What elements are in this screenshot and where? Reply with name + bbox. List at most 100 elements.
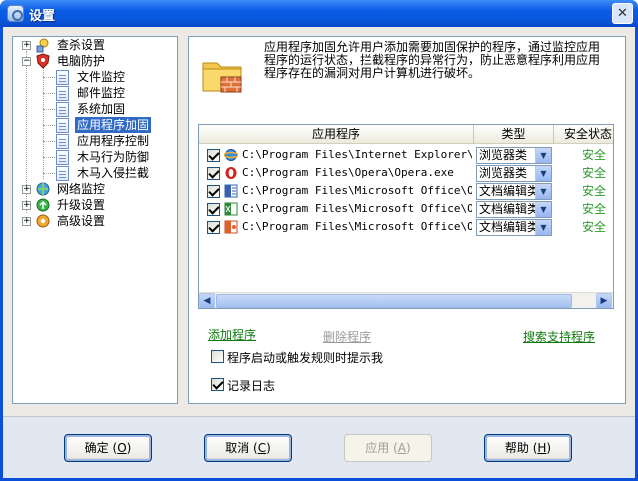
- document-icon: [56, 118, 69, 133]
- prompt-on-trigger-option[interactable]: 程序启动或触发规则时提示我: [211, 349, 411, 365]
- tree-item-app-hardening[interactable]: 应用程序加固: [13, 117, 177, 133]
- table-row[interactable]: C:\Program Files\Opera\Opera.exe 浏览器类 ▼ …: [199, 164, 613, 182]
- row-type-select[interactable]: 文档编辑类 ▼: [476, 219, 552, 236]
- table-row[interactable]: C:\Program Files\Internet Explorer\... 浏…: [199, 146, 613, 164]
- apply-button[interactable]: 应用 (A): [344, 434, 432, 462]
- tree-item-network-monitor[interactable]: + 网络监控: [13, 181, 177, 197]
- chevron-down-icon[interactable]: ▼: [535, 202, 551, 217]
- tree-item-file-monitor[interactable]: 文件监控: [13, 69, 177, 85]
- tree-item-advanced-settings[interactable]: + 高级设置: [13, 213, 177, 229]
- remove-program-link[interactable]: 删除程序: [323, 328, 371, 345]
- ok-button-label: 确定: [84, 441, 109, 455]
- app-hardening-panel: 应用程序加固允许用户添加需要加固保护的程序，通过监控应用程序的运行状态，拦截程序…: [188, 36, 626, 404]
- table-row[interactable]: C:\Program Files\Microsoft Office\O... 文…: [199, 182, 613, 200]
- tree-item-mail-monitor[interactable]: 邮件监控: [13, 85, 177, 101]
- row-app-path: C:\Program Files\Internet Explorer\...: [242, 148, 472, 161]
- expand-plus-icon[interactable]: +: [22, 201, 31, 210]
- table-row[interactable]: C:\Program Files\Microsoft Office\O... 文…: [199, 200, 613, 218]
- cancel-button-label: 取消: [225, 441, 250, 455]
- scroll-left-icon[interactable]: ◀: [199, 293, 215, 308]
- column-header-app[interactable]: 应用程序: [199, 125, 474, 144]
- panel-description: 应用程序加固允许用户添加需要加固保护的程序，通过监控应用程序的运行状态，拦截程序…: [264, 40, 601, 80]
- apply-button-label: 应用: [365, 441, 390, 455]
- expand-plus-icon[interactable]: +: [22, 41, 31, 50]
- tree-item-label: 网络监控: [57, 182, 106, 196]
- row-status: 安全: [582, 184, 607, 198]
- word-document-icon: [224, 184, 238, 198]
- add-program-link[interactable]: 添加程序: [208, 326, 256, 343]
- tree-item-app-control[interactable]: 应用程序控制: [13, 133, 177, 149]
- column-header-type[interactable]: 类型: [474, 125, 554, 144]
- chevron-down-icon[interactable]: ▼: [535, 220, 551, 235]
- row-app-path: C:\Program Files\Microsoft Office\O...: [242, 202, 472, 215]
- tree-item-trojan-behavior[interactable]: 木马行为防御: [13, 149, 177, 165]
- powerpoint-document-icon: [224, 220, 238, 234]
- help-button-label: 帮助: [504, 441, 529, 455]
- opera-icon: [225, 167, 237, 179]
- help-hotkey: H: [537, 441, 547, 455]
- internet-explorer-icon: [224, 149, 238, 161]
- document-icon: [56, 150, 69, 165]
- row-status: 安全: [582, 220, 607, 234]
- ok-button[interactable]: 确定 (O): [64, 434, 152, 462]
- row-type-value: 浏览器类: [479, 148, 528, 162]
- tree-item-label: 木马入侵拦截: [77, 166, 150, 180]
- row-type-select[interactable]: 文档编辑类 ▼: [476, 183, 552, 200]
- document-icon: [56, 102, 69, 117]
- row-app-path: C:\Program Files\Microsoft Office\O...: [242, 220, 472, 233]
- chevron-down-icon[interactable]: ▼: [535, 148, 551, 163]
- row-status: 安全: [582, 166, 607, 180]
- app-shield-icon: [7, 5, 24, 22]
- prompt-on-trigger-label: 程序启动或触发规则时提示我: [227, 351, 384, 365]
- chevron-down-icon[interactable]: ▼: [535, 184, 551, 199]
- horizontal-scrollbar[interactable]: ◀ ▶: [199, 292, 613, 308]
- table-row[interactable]: C:\Program Files\Microsoft Office\O... 文…: [199, 218, 613, 236]
- row-checkbox[interactable]: [207, 185, 220, 198]
- tree-item-scan-settings[interactable]: + 查杀设置: [13, 37, 177, 53]
- row-type-select[interactable]: 浏览器类 ▼: [476, 165, 552, 182]
- help-button[interactable]: 帮助 (H): [484, 434, 572, 462]
- document-icon: [56, 86, 69, 101]
- prompt-on-trigger-checkbox[interactable]: [211, 350, 224, 363]
- row-checkbox[interactable]: [207, 203, 220, 216]
- row-type-select[interactable]: 浏览器类 ▼: [476, 147, 552, 164]
- shield-guard-icon: [36, 53, 50, 69]
- tree-item-trojan-intrusion[interactable]: 木马入侵拦截: [13, 165, 177, 181]
- expand-plus-icon[interactable]: +: [22, 185, 31, 194]
- tree-item-label: 邮件监控: [77, 86, 126, 100]
- row-checkbox[interactable]: [207, 149, 220, 162]
- tree-item-system-hardening[interactable]: 系统加固: [13, 101, 177, 117]
- protected-apps-list[interactable]: 应用程序 类型 安全状态 C:\Program Files\Internet E…: [198, 124, 614, 309]
- close-button[interactable]: ✕: [612, 3, 633, 24]
- excel-document-icon: [224, 202, 238, 216]
- tree-item-label: 系统加固: [77, 102, 126, 116]
- settings-window: 设置 ✕ + 查杀设置 − 电脑防护 文件监控 邮件监控 系统加固 应用程序加固…: [0, 0, 638, 481]
- row-app-path: C:\Program Files\Opera\Opera.exe: [242, 166, 454, 179]
- cancel-button[interactable]: 取消 (C): [204, 434, 292, 462]
- record-log-option[interactable]: 记录日志: [211, 377, 311, 393]
- scroll-right-icon[interactable]: ▶: [596, 293, 612, 308]
- row-type-value: 文档编辑类: [479, 184, 540, 198]
- row-status: 安全: [582, 148, 607, 162]
- row-type-select[interactable]: 文档编辑类 ▼: [476, 201, 552, 218]
- document-icon: [56, 70, 69, 85]
- tree-item-label: 电脑防护: [57, 54, 106, 68]
- chevron-down-icon[interactable]: ▼: [535, 166, 551, 181]
- tree-item-pc-protection[interactable]: − 电脑防护: [13, 53, 177, 69]
- scrollbar-thumb[interactable]: [216, 294, 572, 308]
- row-type-value: 文档编辑类: [479, 220, 540, 234]
- record-log-checkbox[interactable]: [211, 378, 224, 391]
- column-header-status[interactable]: 安全状态: [554, 125, 613, 144]
- row-checkbox[interactable]: [207, 167, 220, 180]
- title-bar[interactable]: 设置 ✕: [0, 0, 638, 27]
- dialog-client: + 查杀设置 − 电脑防护 文件监控 邮件监控 系统加固 应用程序加固 应用程序…: [3, 27, 635, 478]
- row-type-value: 文档编辑类: [479, 202, 540, 216]
- tree-item-update-settings[interactable]: + 升级设置: [13, 197, 177, 213]
- tree-item-label-selected: 应用程序加固: [75, 117, 152, 133]
- advanced-gear-icon: [36, 214, 50, 228]
- tree-item-label: 升级设置: [57, 198, 106, 212]
- collapse-minus-icon[interactable]: −: [22, 57, 31, 66]
- row-checkbox[interactable]: [207, 221, 220, 234]
- search-supported-programs-link[interactable]: 搜索支持程序: [523, 328, 595, 345]
- expand-plus-icon[interactable]: +: [22, 217, 31, 226]
